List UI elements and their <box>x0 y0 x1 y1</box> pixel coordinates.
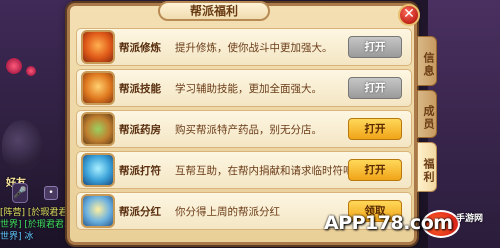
item-description: 你分得上周的帮派分红 <box>175 206 280 218</box>
pharmacy-icon <box>81 112 115 146</box>
tab-info[interactable]: 信息 <box>417 36 437 86</box>
watermark-subtext: 手游网 <box>456 214 484 224</box>
watermark-text: APP178.com <box>324 212 453 234</box>
item-name: 帮派药房 <box>119 124 161 136</box>
dividend-icon <box>81 194 115 228</box>
welfare-list: 帮派修炼 提升修炼，使你战斗中更加强大。 打开 帮派技能 学习辅助技能，更加全面… <box>76 28 412 233</box>
chat-icon[interactable]: • <box>44 186 58 200</box>
microphone-icon[interactable]: 🎤 <box>12 183 28 203</box>
talisman-icon <box>81 153 115 187</box>
open-pharmacy-button[interactable]: 打开 <box>348 118 402 140</box>
open-talisman-button[interactable]: 打开 <box>348 159 402 181</box>
item-name: 帮派打符 <box>119 165 161 177</box>
skill-icon <box>81 71 115 105</box>
cultivation-icon <box>81 30 115 64</box>
close-icon[interactable]: ✕ <box>398 4 420 26</box>
item-description: 提升修炼，使你战斗中更加强大。 <box>175 42 333 54</box>
open-skill-button[interactable]: 打开 <box>348 77 402 99</box>
game-screen: 好友 🎤 • [阵营] [於瑕君君... 世界] [於瑕君君... 世界] 冰 … <box>0 0 500 248</box>
flower-decoration <box>6 58 22 74</box>
item-name: 帮派分红 <box>119 206 161 218</box>
item-description: 互帮互助，在帮内捐献和请求临时符吧。 <box>175 165 364 177</box>
item-description: 购买帮派特产药品，别无分店。 <box>175 124 322 136</box>
item-description: 学习辅助技能，更加全面强大。 <box>175 83 322 95</box>
panel-title: 帮派福利 <box>158 1 270 21</box>
list-item: 帮派药房 购买帮派特产药品，别无分店。 打开 <box>76 110 412 148</box>
tab-welfare[interactable]: 福利 <box>417 142 437 192</box>
list-item: 帮派修炼 提升修炼，使你战斗中更加强大。 打开 <box>76 28 412 66</box>
list-item: 帮派技能 学习辅助技能，更加全面强大。 打开 <box>76 69 412 107</box>
list-item: 帮派打符 互帮互助，在帮内捐献和请求临时符吧。 打开 <box>76 151 412 189</box>
chat-line: 世界] 冰 <box>0 232 34 242</box>
item-name: 帮派修炼 <box>119 42 161 54</box>
item-name: 帮派技能 <box>119 83 161 95</box>
player-avatar[interactable] <box>2 120 42 170</box>
open-cultivation-button[interactable]: 打开 <box>348 36 402 58</box>
flower-decoration <box>26 66 36 76</box>
game-backdrop-left: 好友 🎤 • [阵营] [於瑕君君... 世界] [於瑕君君... 世界] 冰 <box>0 0 72 248</box>
tab-members[interactable]: 成员 <box>417 90 437 138</box>
